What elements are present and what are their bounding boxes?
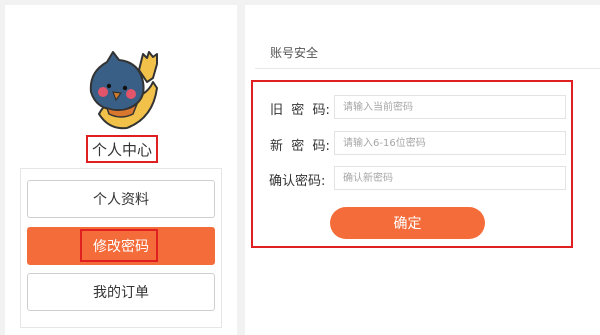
confirm-button-label: 确定: [393, 215, 422, 231]
user-center-title: 个人中心: [86, 135, 158, 163]
section-title: 账号安全: [270, 46, 319, 60]
menu-item-profile-label: 个人资料: [93, 192, 149, 208]
confirm-password-input[interactable]: [334, 166, 566, 190]
old-password-label: 旧 密 码:: [270, 103, 330, 118]
avatar-illustration: [89, 51, 158, 130]
new-password-input[interactable]: [334, 131, 566, 155]
section-divider: [255, 68, 600, 69]
confirm-button[interactable]: 确定: [330, 207, 485, 239]
menu-item-my-orders-label: 我的订单: [93, 285, 149, 301]
old-password-input[interactable]: [334, 95, 566, 119]
confirm-password-label: 确认密码:: [269, 174, 326, 189]
avatar: [77, 48, 169, 132]
new-password-label: 新 密 码:: [270, 139, 330, 154]
menu-item-change-password[interactable]: 修改密码: [27, 227, 215, 265]
menu-item-profile[interactable]: 个人资料: [27, 180, 215, 218]
menu-item-change-password-label: 修改密码: [93, 239, 149, 255]
menu-item-my-orders[interactable]: 我的订单: [27, 273, 215, 311]
user-center-label: 个人中心: [91, 140, 152, 159]
